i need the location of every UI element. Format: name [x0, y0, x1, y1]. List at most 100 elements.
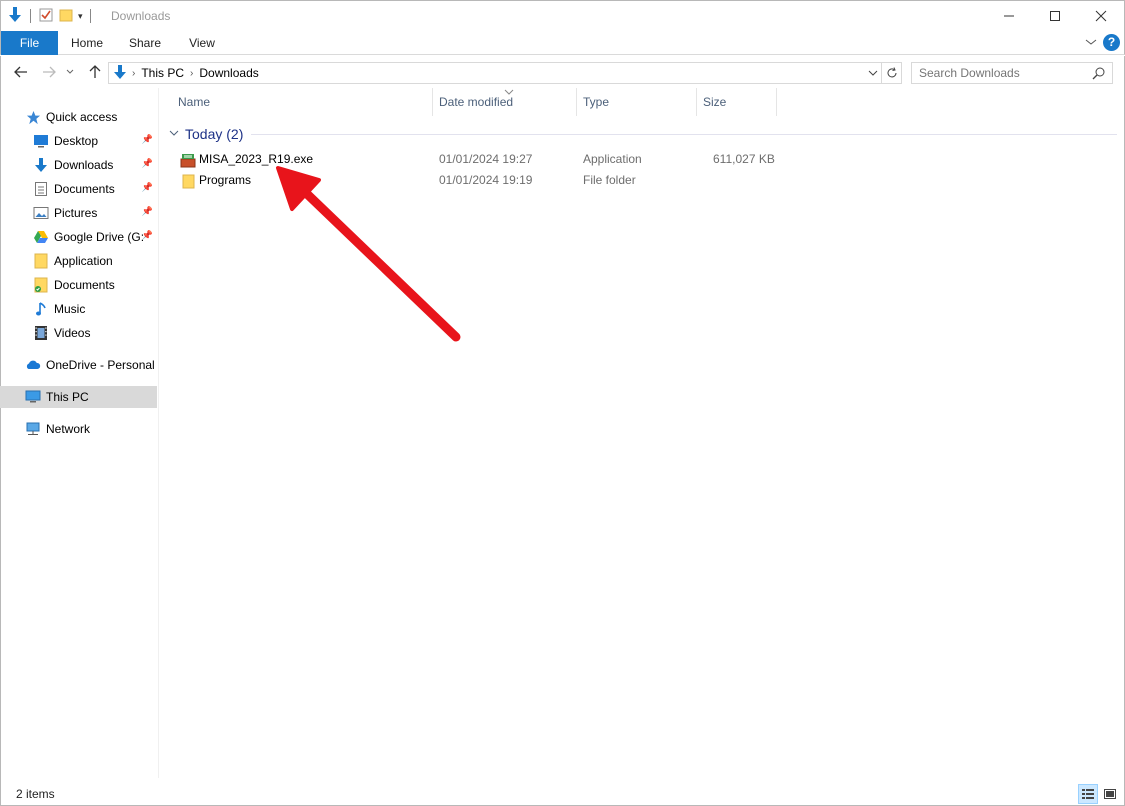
window-title: Downloads: [111, 9, 171, 23]
help-button[interactable]: ?: [1103, 34, 1120, 51]
folder-sync-icon: [33, 277, 49, 293]
title-bar: ▾ Downloads: [0, 0, 1125, 31]
pictures-icon: [33, 205, 49, 221]
ribbon-right-controls: ?: [1085, 34, 1120, 51]
search-icon[interactable]: [1092, 66, 1106, 83]
sidebar-item-documents[interactable]: Documents 📌: [33, 178, 157, 200]
star-icon: [25, 109, 41, 125]
collapse-chevron-icon[interactable]: [169, 129, 179, 140]
recent-locations-dropdown[interactable]: [63, 62, 77, 82]
tab-home[interactable]: Home: [58, 31, 116, 55]
file-date: 01/01/2024 19:27: [439, 152, 533, 166]
sidebar-item-label: Desktop: [54, 134, 99, 148]
search-input[interactable]: [912, 63, 1082, 83]
item-count: 2 items: [16, 787, 55, 801]
sidebar-item-label: Videos: [54, 326, 91, 340]
file-row[interactable]: Programs 01/01/2024 19:19 File folder: [177, 171, 777, 191]
tab-view[interactable]: View: [174, 31, 230, 55]
properties-icon[interactable]: [38, 7, 54, 26]
sidebar-item-label: Music: [54, 302, 86, 316]
minimize-button[interactable]: [986, 1, 1032, 31]
installer-icon: [180, 152, 196, 168]
sidebar-item-documents-synced[interactable]: Documents: [33, 274, 157, 296]
column-header-date-modified[interactable]: Date modified: [421, 88, 577, 116]
sidebar-item-label: Quick access: [46, 110, 118, 124]
documents-icon: [33, 181, 49, 197]
tab-share[interactable]: Share: [116, 31, 174, 55]
sidebar-item-onedrive[interactable]: OneDrive - Personal: [25, 354, 157, 376]
file-name[interactable]: MISA_2023_R19.exe: [199, 152, 313, 166]
sidebar-item-quick-access[interactable]: Quick access: [25, 106, 182, 128]
refresh-button[interactable]: [882, 62, 902, 84]
sidebar-item-music[interactable]: Music: [33, 298, 157, 320]
pin-icon[interactable]: 📌: [142, 158, 153, 169]
toolbar-divider: [30, 9, 31, 23]
details-view-button[interactable]: [1078, 784, 1098, 804]
desktop-icon: [33, 133, 49, 149]
downloads-arrow-icon[interactable]: [7, 6, 23, 27]
group-header-today[interactable]: Today (2): [167, 124, 1117, 144]
column-header-name[interactable]: Name: [160, 88, 433, 116]
sidebar-item-label: This PC: [46, 390, 89, 404]
file-type: File folder: [583, 173, 636, 187]
file-date: 01/01/2024 19:19: [439, 173, 533, 187]
downloads-icon: [33, 157, 49, 173]
breadcrumb-chevron-icon[interactable]: ›: [132, 68, 135, 79]
sidebar-item-label: Documents: [54, 278, 115, 292]
up-button[interactable]: [85, 62, 105, 82]
sidebar-item-application[interactable]: Application: [33, 250, 157, 272]
google-drive-icon: [33, 229, 49, 245]
sidebar-item-downloads[interactable]: Downloads 📌: [33, 154, 157, 176]
customize-toolbar-icon[interactable]: ▾: [78, 11, 83, 22]
tab-file[interactable]: File: [1, 31, 58, 55]
window-controls: [986, 1, 1124, 31]
folder-icon: [180, 173, 196, 189]
column-header-type[interactable]: Type: [565, 88, 697, 116]
address-bar[interactable]: › This PC › Downloads: [108, 62, 882, 84]
search-box[interactable]: [911, 62, 1113, 84]
breadcrumb-downloads[interactable]: Downloads: [199, 66, 258, 80]
file-size: 611,027 KB: [713, 152, 775, 166]
close-button[interactable]: [1078, 1, 1124, 31]
maximize-button[interactable]: [1032, 1, 1078, 31]
file-type: Application: [583, 152, 642, 166]
column-header-size[interactable]: Size: [685, 88, 777, 116]
address-dropdown-button[interactable]: [864, 63, 881, 83]
sidebar-item-label: Network: [46, 422, 91, 436]
breadcrumb-chevron-icon[interactable]: ›: [190, 68, 193, 79]
expand-ribbon-chevron-icon[interactable]: [1085, 36, 1097, 50]
sidebar-item-label: Application: [54, 254, 113, 268]
sidebar-item-label: Google Drive (G:: [54, 230, 145, 244]
group-divider: [251, 133, 1117, 135]
breadcrumb-this-pc[interactable]: This PC: [141, 66, 184, 80]
sidebar-item-videos[interactable]: Videos: [33, 322, 157, 344]
downloads-location-icon: [112, 64, 128, 83]
file-name[interactable]: Programs: [199, 173, 251, 187]
forward-button[interactable]: [39, 62, 59, 82]
toolbar-divider: [89, 9, 91, 23]
large-icons-view-button[interactable]: [1100, 784, 1120, 804]
pin-icon[interactable]: 📌: [142, 134, 153, 145]
back-button[interactable]: [11, 62, 31, 82]
pin-icon[interactable]: 📌: [142, 230, 153, 241]
status-bar: 2 items: [0, 782, 1125, 806]
file-row[interactable]: MISA_2023_R19.exe 01/01/2024 19:27 Appli…: [177, 150, 777, 170]
network-icon: [25, 421, 41, 437]
sidebar-item-google-drive[interactable]: Google Drive (G: 📌: [33, 226, 157, 248]
sidebar-item-this-pc[interactable]: This PC: [0, 386, 157, 408]
quick-access-toolbar: ▾: [7, 6, 94, 26]
onedrive-cloud-icon: [25, 357, 41, 373]
pin-icon[interactable]: 📌: [142, 182, 153, 193]
sidebar-item-label: Pictures: [54, 206, 98, 220]
content-frame: [0, 88, 1125, 806]
sidebar-item-network[interactable]: Network: [25, 418, 157, 440]
music-icon: [33, 301, 49, 317]
new-folder-icon[interactable]: [58, 7, 74, 26]
sidebar-item-desktop[interactable]: Desktop 📌: [33, 130, 157, 152]
group-title: Today (2): [185, 126, 244, 142]
sidebar-item-pictures[interactable]: Pictures 📌: [33, 202, 157, 224]
computer-icon: [25, 389, 41, 405]
sidebar-item-label: Downloads: [54, 158, 114, 172]
pin-icon[interactable]: 📌: [142, 206, 153, 217]
navigation-pane: Quick access Desktop 📌 Downloads 📌 Docum…: [0, 88, 159, 778]
